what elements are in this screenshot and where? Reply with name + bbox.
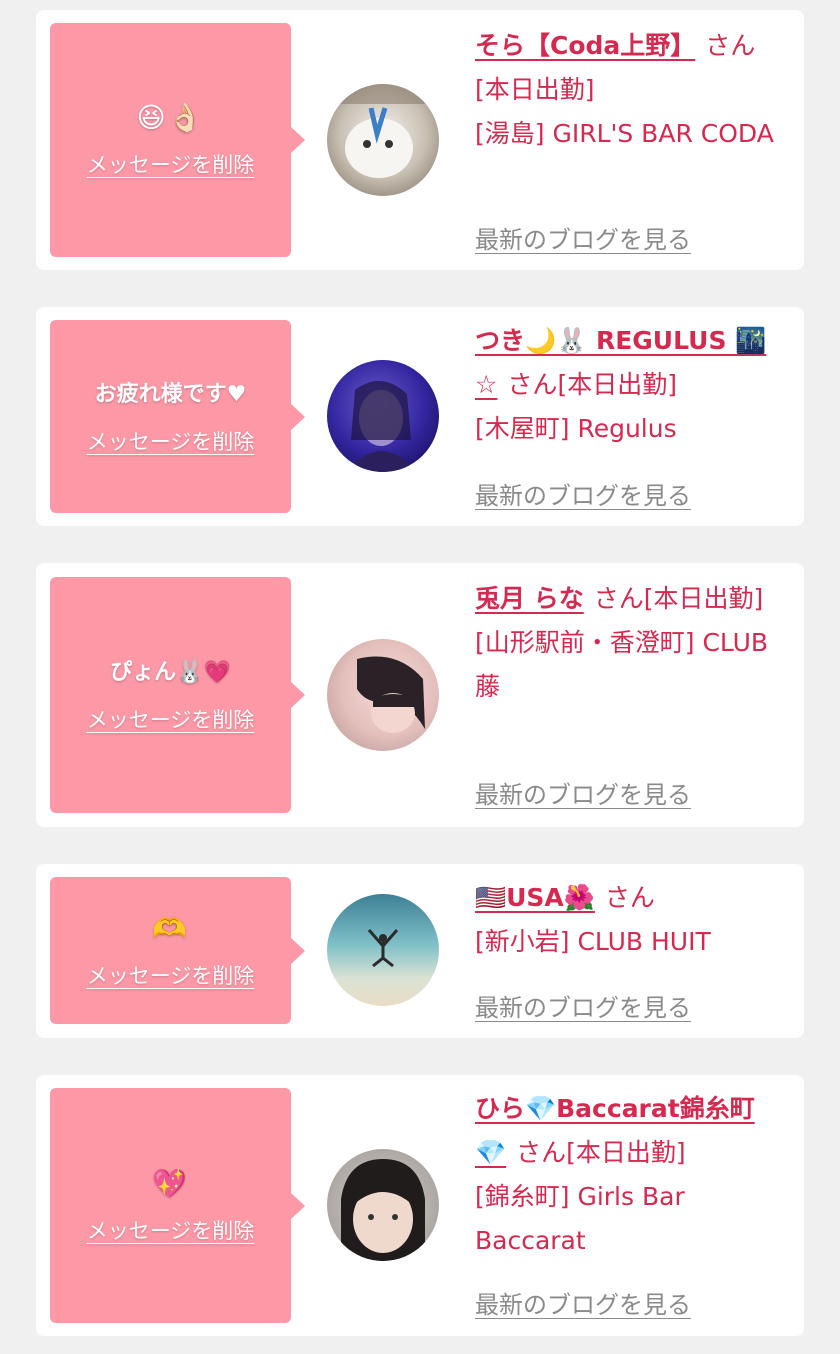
delete-message-link[interactable]: メッセージを削除	[87, 1215, 255, 1245]
cast-info: ひら💎Baccarat錦糸町💎 さん[本日出勤] [錦糸町] Girls Bar …	[475, 1087, 785, 1263]
latest-blog-link[interactable]: 最新のブログを見る	[475, 775, 691, 810]
delete-message-link[interactable]: メッセージを削除	[87, 149, 255, 179]
cast-info: 🇺🇸USA🌺 さん [新小岩] CLUB HUIT	[475, 876, 785, 964]
message-text: お疲れ様です♥	[94, 381, 247, 407]
cast-info: そら【Coda上野】 さん [本日出勤] [湯島] GIRL'S BAR CODA	[475, 24, 785, 156]
shop-name: [山形駅前・香澄町] CLUB 藤	[475, 628, 769, 701]
message-bubble: 😆👌🏻 メッセージを削除	[50, 23, 305, 257]
message-card: 💖 メッセージを削除 ひら💎Baccarat錦糸町💎 さん[本日出勤] [錦糸町…	[36, 1075, 804, 1336]
shop-name: [湯島] GIRL'S BAR CODA	[475, 119, 774, 148]
san-suffix: さん	[507, 370, 558, 399]
message-bubble: 🫶 メッセージを削除	[50, 877, 305, 1024]
delete-message-link[interactable]: メッセージを削除	[87, 426, 255, 456]
message-bubble: 💖 メッセージを削除	[50, 1088, 305, 1323]
latest-blog-link[interactable]: 最新のブログを見る	[475, 1285, 691, 1320]
shop-name: [錦糸町] Girls Bar Baccarat	[475, 1182, 685, 1255]
san-suffix: さん	[604, 883, 655, 912]
message-card: ぴょん🐰💗 メッセージを削除 兎月 らな さん[本日出勤] [山形駅前・香澄町]…	[36, 563, 804, 827]
cast-info: 兎月 らな さん[本日出勤] [山形駅前・香澄町] CLUB 藤	[475, 577, 785, 709]
message-text: 🫶	[152, 911, 189, 945]
message-bubble: ぴょん🐰💗 メッセージを削除	[50, 577, 305, 813]
cast-name-link[interactable]: 兎月 らな	[475, 584, 584, 613]
message-list: 😆👌🏻 メッセージを削除 そら【Coda上野】 さん[本日出勤] [湯島] GI…	[0, 0, 840, 1354]
latest-blog-link[interactable]: 最新のブログを見る	[475, 220, 691, 255]
san-suffix: さん	[705, 31, 756, 60]
attendance-status: [本日出勤]	[475, 75, 595, 104]
message-card: お疲れ様です♥ メッセージを削除 つき🌙🐰 REGULUS 🌃☆ さん[本日出勤…	[36, 307, 804, 526]
attendance-status: [本日出勤]	[557, 370, 677, 399]
avatar[interactable]	[327, 1149, 439, 1261]
message-card: 🫶 メッセージを削除 🇺🇸USA🌺 さん [新小岩] CLUB HUIT 最新の…	[36, 864, 804, 1038]
shop-name: [木屋町] Regulus	[475, 414, 677, 443]
message-text: 💖	[152, 1166, 189, 1200]
cast-name-link[interactable]: そら【Coda上野】	[475, 31, 695, 60]
cast-info: つき🌙🐰 REGULUS 🌃☆ さん[本日出勤] [木屋町] Regulus	[475, 319, 785, 451]
message-text: ぴょん🐰💗	[110, 660, 231, 685]
shop-name: [新小岩] CLUB HUIT	[475, 927, 711, 956]
message-bubble: お疲れ様です♥ メッセージを削除	[50, 320, 305, 513]
latest-blog-link[interactable]: 最新のブログを見る	[475, 476, 691, 511]
message-text: 😆👌🏻	[136, 101, 205, 134]
san-suffix: さん	[593, 584, 644, 613]
avatar[interactable]	[327, 360, 439, 472]
latest-blog-link[interactable]: 最新のブログを見る	[475, 988, 691, 1023]
delete-message-link[interactable]: メッセージを削除	[87, 960, 255, 990]
attendance-status: [本日出勤]	[643, 584, 764, 613]
message-card: 😆👌🏻 メッセージを削除 そら【Coda上野】 さん[本日出勤] [湯島] GI…	[36, 10, 804, 270]
attendance-status: [本日出勤]	[566, 1138, 686, 1167]
delete-message-link[interactable]: メッセージを削除	[87, 704, 255, 734]
san-suffix: さん	[516, 1138, 567, 1167]
avatar[interactable]	[327, 894, 439, 1006]
avatar[interactable]	[327, 639, 439, 751]
avatar[interactable]	[327, 84, 439, 196]
cast-name-link[interactable]: 🇺🇸USA🌺	[475, 883, 595, 912]
